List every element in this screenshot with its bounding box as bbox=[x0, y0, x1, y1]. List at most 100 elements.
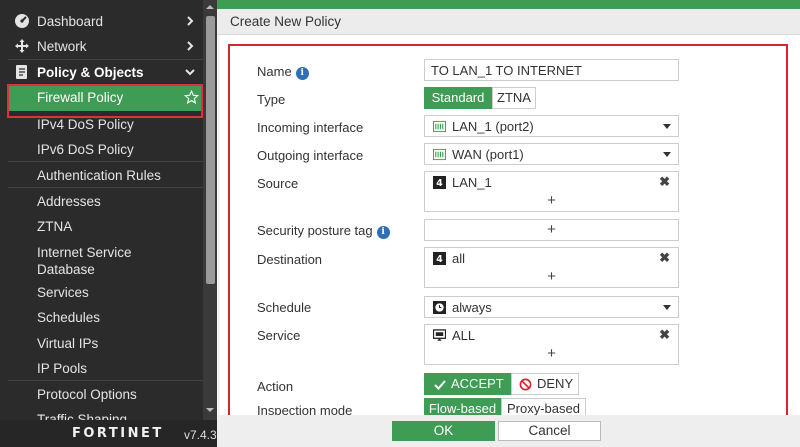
name-label-text: Name bbox=[257, 64, 292, 79]
check-icon bbox=[434, 380, 446, 390]
incoming-interface-select[interactable]: LAN_1 (port2) bbox=[424, 115, 679, 137]
add-source-icon[interactable]: + bbox=[425, 192, 678, 209]
address-icon: 4 bbox=[433, 176, 446, 189]
name-input[interactable]: TO LAN_1 TO INTERNET bbox=[424, 59, 679, 81]
action-label: Action bbox=[257, 379, 294, 394]
dialog-footer: OK Cancel bbox=[217, 415, 800, 447]
type-standard-option[interactable]: Standard bbox=[424, 87, 492, 109]
sidebar-item-label: Dashboard bbox=[37, 14, 104, 29]
schedule-value: always bbox=[452, 300, 492, 315]
inspection-flow-based-option[interactable]: Flow-based bbox=[424, 398, 501, 416]
dropdown-caret-icon bbox=[663, 305, 671, 310]
network-move-icon bbox=[15, 39, 29, 53]
inspection-mode-row: Inspection mode Flow-based Proxy-based bbox=[230, 398, 786, 416]
incoming-interface-value: LAN_1 (port2) bbox=[452, 119, 534, 134]
service-value: ALL bbox=[452, 328, 476, 343]
nav-divider bbox=[8, 161, 203, 162]
destination-value: all bbox=[452, 251, 466, 266]
schedule-select[interactable]: always bbox=[424, 296, 679, 318]
security-posture-tag-text: Security posture tag bbox=[257, 223, 373, 238]
address-icon: 4 bbox=[433, 252, 446, 265]
scrollbar-thumb[interactable] bbox=[206, 16, 215, 284]
info-icon[interactable]: i bbox=[376, 226, 390, 239]
sidebar-item-label: Traffic Shaping bbox=[37, 412, 128, 420]
add-service-icon[interactable]: + bbox=[425, 345, 678, 362]
sidebar-item-label: IPv4 DoS Policy bbox=[37, 117, 134, 132]
destination-field[interactable]: 4 all ✖ + bbox=[424, 247, 679, 288]
svg-text:4: 4 bbox=[436, 178, 443, 189]
service-field[interactable]: ALL ✖ + bbox=[424, 324, 679, 365]
security-posture-tag-label: Security posture tag i bbox=[257, 223, 390, 239]
name-input-value: TO LAN_1 TO INTERNET bbox=[431, 63, 582, 78]
nav-divider bbox=[8, 380, 203, 381]
ok-button[interactable]: OK bbox=[392, 421, 495, 441]
page-title: Create New Policy bbox=[230, 14, 342, 29]
sidebar-item-label: Virtual IPs bbox=[37, 336, 99, 351]
sidebar-item-label: Network bbox=[37, 39, 87, 54]
chevron-right-icon bbox=[187, 41, 194, 51]
clock-icon bbox=[433, 301, 446, 314]
fortinet-logo: FORTINET bbox=[72, 426, 164, 441]
dropdown-caret-icon bbox=[663, 124, 671, 129]
inspection-proxy-based-option[interactable]: Proxy-based bbox=[501, 398, 586, 416]
sidebar-item-label: Protocol Options bbox=[37, 387, 137, 402]
info-icon[interactable]: i bbox=[295, 67, 309, 80]
add-destination-icon[interactable]: + bbox=[425, 268, 678, 285]
service-label: Service bbox=[257, 328, 301, 343]
add-posture-tag-icon[interactable]: + bbox=[425, 221, 678, 238]
sidebar-item-label: Schedules bbox=[37, 310, 101, 325]
nav-divider bbox=[8, 59, 203, 60]
policy-form-area: Name i TO LAN_1 TO INTERNET Type Standard… bbox=[220, 35, 800, 418]
sidebar: Dashboard Network Policy & Objects Firew… bbox=[0, 0, 217, 447]
sidebar-item-policy-objects[interactable]: Policy & Objects bbox=[0, 64, 203, 81]
page-header: Create New Policy bbox=[217, 9, 800, 35]
destination-label: Destination bbox=[257, 252, 323, 267]
source-label: Source bbox=[257, 176, 299, 191]
svg-text:4: 4 bbox=[436, 254, 443, 265]
sidebar-item-label: IPv6 DoS Policy bbox=[37, 142, 134, 157]
sidebar-item-label: Policy & Objects bbox=[37, 65, 144, 80]
chevron-down-icon bbox=[185, 69, 195, 76]
action-deny-label: DENY bbox=[537, 376, 574, 391]
cancel-button[interactable]: Cancel bbox=[498, 421, 601, 441]
policy-form-highlight: Name i TO LAN_1 TO INTERNET Type Standard… bbox=[228, 44, 788, 418]
schedule-label: Schedule bbox=[257, 300, 312, 315]
remove-service-icon[interactable]: ✖ bbox=[659, 327, 670, 343]
sidebar-item-label: IP Pools bbox=[37, 361, 88, 376]
security-posture-tag-field[interactable]: + bbox=[424, 219, 679, 241]
sidebar-item-label: Services bbox=[37, 285, 89, 300]
service-icon bbox=[433, 329, 446, 341]
type-ztna-option[interactable]: ZTNA bbox=[492, 87, 536, 109]
sidebar-item-label: ZTNA bbox=[37, 219, 73, 234]
scroll-down-arrow-icon[interactable] bbox=[205, 405, 215, 415]
source-field[interactable]: 4 LAN_1 ✖ + bbox=[424, 171, 679, 212]
dashboard-icon bbox=[15, 14, 29, 28]
incoming-interface-label: Incoming interface bbox=[257, 120, 364, 135]
sidebar-item-network[interactable]: Network bbox=[0, 38, 203, 55]
remove-destination-icon[interactable]: ✖ bbox=[659, 250, 670, 266]
name-label: Name i bbox=[257, 64, 309, 80]
action-deny-option[interactable]: DENY bbox=[511, 373, 579, 395]
remove-source-icon[interactable]: ✖ bbox=[659, 174, 670, 190]
main-content: Create New Policy Name i TO LAN_1 TO INTE… bbox=[217, 0, 800, 447]
port-icon bbox=[433, 120, 446, 133]
top-accent-bar bbox=[217, 0, 800, 9]
chevron-right-icon bbox=[187, 16, 194, 26]
navigation-menu: Dashboard Network Policy & Objects Firew… bbox=[0, 0, 203, 420]
action-accept-option[interactable]: ACCEPT bbox=[424, 373, 511, 395]
action-accept-label: ACCEPT bbox=[451, 376, 504, 391]
sidebar-item-label: Authentication Rules bbox=[37, 168, 161, 183]
outgoing-interface-value: WAN (port1) bbox=[452, 147, 524, 162]
outgoing-interface-select[interactable]: WAN (port1) bbox=[424, 143, 679, 165]
deny-icon bbox=[519, 378, 532, 391]
sidebar-scrollbar[interactable] bbox=[203, 0, 217, 420]
sidebar-item-internet-service-database[interactable]: Internet Service Database bbox=[0, 244, 203, 278]
firewall-policy-highlight bbox=[7, 84, 203, 118]
outgoing-interface-label: Outgoing interface bbox=[257, 148, 364, 163]
dropdown-caret-icon bbox=[663, 152, 671, 157]
type-label: Type bbox=[257, 92, 286, 107]
firmware-version: v7.4.3 bbox=[184, 428, 217, 442]
sidebar-item-dashboard[interactable]: Dashboard bbox=[0, 13, 203, 30]
port-icon bbox=[433, 148, 446, 161]
scroll-up-arrow-icon[interactable] bbox=[205, 2, 215, 12]
